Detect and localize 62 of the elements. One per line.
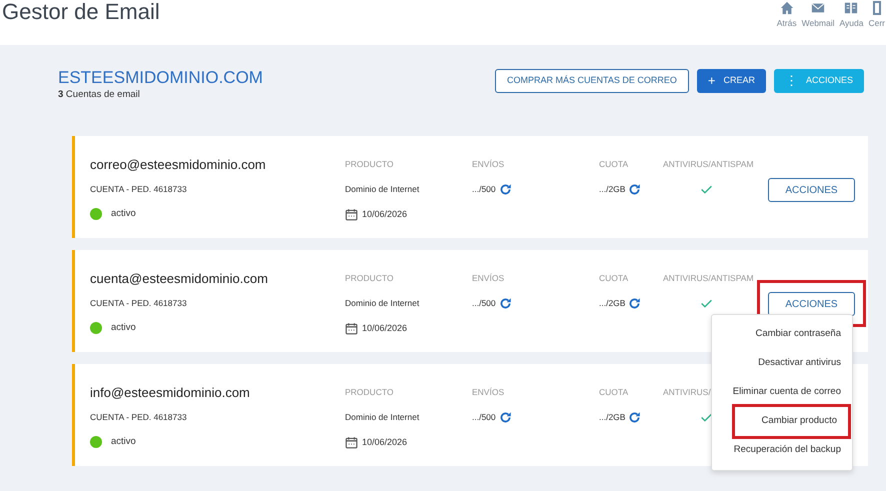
product-name: Dominio de Internet xyxy=(345,297,420,310)
menu-item[interactable]: Desactivar antivirus xyxy=(712,349,852,378)
nav-button[interactable]: Atrás xyxy=(776,1,797,30)
quota-value: .../2GB xyxy=(599,183,626,196)
product-label: PRODUCTO xyxy=(345,272,394,285)
refresh-icon xyxy=(498,296,512,310)
nav-button[interactable]: Ayuda xyxy=(840,1,864,30)
nav-button[interactable]: Webmail xyxy=(802,1,835,30)
domain-name: ESTEESMIDOMINIO.COM xyxy=(58,69,263,88)
refresh-icon xyxy=(628,182,642,196)
sends-label: ENVÍOS xyxy=(472,158,506,171)
menu-item[interactable]: Eliminar cuenta de correo xyxy=(712,378,852,407)
quota-value: .../2GB xyxy=(599,297,626,310)
antivirus-label: ANTIVIRUS/ANTISPAM xyxy=(663,272,754,285)
calendar-icon xyxy=(345,436,358,449)
quota-value: .../2GB xyxy=(599,411,626,424)
account-order: CUENTA - PED. 4618733 xyxy=(90,183,188,196)
status-text: activo xyxy=(111,207,136,222)
expiry-date: 10/06/2026 xyxy=(362,208,408,221)
quota-label: CUOTA xyxy=(599,272,630,285)
menu-item[interactable]: Cambiar producto xyxy=(735,407,848,436)
account-count: 3 Cuentas de email xyxy=(58,88,141,102)
nav-button[interactable]: Cerr xyxy=(868,1,885,30)
sends-value: .../500 xyxy=(472,297,496,310)
expiry-date: 10/06/2026 xyxy=(362,322,408,335)
menu-item[interactable]: Recuperación del backup xyxy=(712,436,852,465)
page-title: Gestor de Email xyxy=(2,0,160,26)
account-email: info@esteesmidominio.com xyxy=(90,384,251,402)
status-dot xyxy=(90,436,102,448)
sends-value: .../500 xyxy=(472,183,496,196)
refresh-icon xyxy=(628,410,642,424)
refresh-icon xyxy=(628,296,642,310)
antivirus-label: ANTIVIRUS/ANTISPAM xyxy=(663,158,754,171)
sends-label: ENVÍOS xyxy=(472,386,506,399)
calendar-icon xyxy=(345,208,358,221)
account-order: CUENTA - PED. 4618733 xyxy=(90,297,188,310)
status-dot xyxy=(90,208,102,220)
sends-value: .../500 xyxy=(472,411,496,424)
account-email: correo@esteesmidominio.com xyxy=(90,156,267,174)
create-button[interactable]: + CREAR xyxy=(696,69,766,93)
quota-label: CUOTA xyxy=(599,386,630,399)
expiry-date: 10/06/2026 xyxy=(362,436,408,449)
calendar-icon xyxy=(345,322,358,335)
antivirus-label: ANTIVIRUS/ xyxy=(663,386,711,399)
account-email: cuenta@esteesmidominio.com xyxy=(90,270,269,288)
refresh-icon xyxy=(498,182,512,196)
menu-item[interactable]: Cambiar contraseña xyxy=(712,320,852,349)
sends-label: ENVÍOS xyxy=(472,272,506,285)
actions-button[interactable]: ACCIONES xyxy=(768,292,855,316)
buy-accounts-button[interactable]: COMPRAR MÁS CUENTAS DE CORREO xyxy=(495,69,689,93)
actions-button[interactable]: ACCIONES xyxy=(768,178,855,202)
product-name: Dominio de Internet xyxy=(345,183,420,196)
refresh-icon xyxy=(498,410,512,424)
status-dot xyxy=(90,322,102,334)
account-order: CUENTA - PED. 4618733 xyxy=(90,411,188,424)
product-label: PRODUCTO xyxy=(345,158,394,171)
status-text: activo xyxy=(111,321,136,336)
status-text: activo xyxy=(111,435,136,450)
product-name: Dominio de Internet xyxy=(345,411,420,424)
product-label: PRODUCTO xyxy=(345,386,394,399)
home-icon xyxy=(780,1,794,15)
quota-label: CUOTA xyxy=(599,158,630,171)
